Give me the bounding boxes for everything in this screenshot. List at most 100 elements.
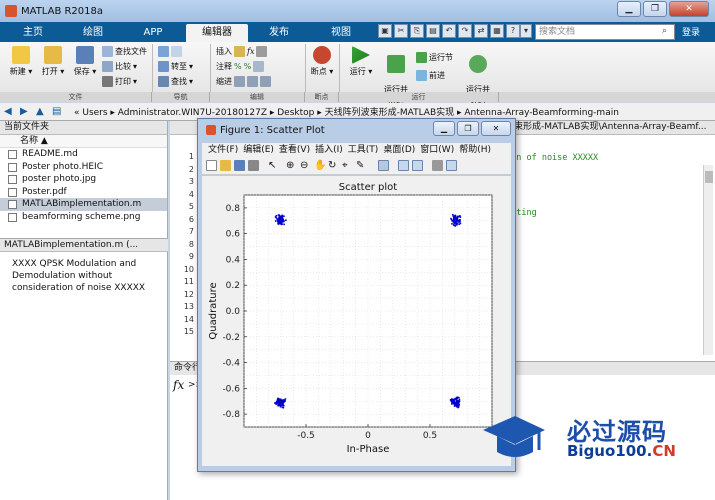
save-figure-icon[interactable] — [234, 160, 245, 171]
qa-redo-icon[interactable]: ↷ — [458, 24, 472, 38]
qa-paste-icon[interactable]: ▤ — [426, 24, 440, 38]
figure-minimize-button[interactable]: ▁ — [433, 121, 455, 136]
search-icon[interactable]: ⌕ — [662, 26, 667, 36]
compare-button[interactable]: 比较 ▾ — [102, 61, 137, 72]
close-button[interactable]: ✕ — [669, 1, 709, 17]
back-icon[interactable]: ◀ — [4, 106, 16, 117]
new-button[interactable]: 新建 ▾ — [6, 46, 36, 77]
run-section-button[interactable]: 运行节 — [416, 52, 453, 63]
figure-menu-item[interactable]: 工具(T) — [348, 143, 379, 157]
file-item[interactable]: beamforming scheme.png — [0, 211, 167, 224]
brush-icon[interactable]: ✎ — [356, 160, 367, 171]
tab-apps[interactable]: APP — [124, 24, 182, 42]
figure-menu-item[interactable]: 桌面(D) — [383, 143, 415, 157]
line-number: 3 — [188, 177, 194, 186]
breakpoints-button[interactable]: 断点 ▾ — [310, 46, 334, 77]
forward-icon[interactable]: ▶ — [20, 106, 32, 117]
run-advance-icon — [387, 55, 405, 73]
file-item[interactable]: Poster photo.HEIC — [0, 161, 167, 174]
run-button[interactable]: 运行 ▾ — [346, 46, 376, 77]
print-button[interactable]: 打印 ▾ — [102, 76, 137, 87]
login-link[interactable]: 登录 — [682, 25, 700, 38]
scatter-point — [274, 220, 277, 222]
scatter-plot[interactable]: -0.5 0 0.5 -0.8 -0.6 -0.4 -0.2 0.0 0.2 0.4 0.6 0.8 S… — [202, 176, 511, 466]
name-column-header[interactable]: 名称 ▲ — [0, 135, 167, 148]
figure-menu-item[interactable]: 帮助(H) — [459, 143, 491, 157]
code-line-1[interactable]: ion of noise XXXXX — [506, 153, 598, 163]
qa-dropdown-icon[interactable]: ▾ — [520, 24, 532, 38]
tab-view[interactable]: 视图 — [312, 24, 370, 42]
scatter-point — [451, 399, 453, 402]
browse-folder-icon[interactable]: ▤ — [52, 106, 64, 117]
scatter-point — [458, 396, 460, 399]
rotate-icon[interactable]: ↻ — [328, 160, 339, 171]
back-forward-buttons[interactable] — [158, 46, 182, 57]
pointer-icon[interactable]: ↖ — [268, 160, 279, 171]
zoom-out-icon[interactable]: ⊖ — [300, 160, 311, 171]
figure-icon — [206, 125, 216, 135]
open-button[interactable]: 打开 ▾ — [38, 46, 68, 77]
file-item[interactable]: README.md — [0, 148, 167, 161]
print-figure-icon[interactable] — [248, 160, 259, 171]
up-folder-icon[interactable]: ▲ — [36, 106, 48, 117]
insert-button[interactable]: 插入 fx — [216, 46, 268, 57]
tab-editor[interactable]: 编辑器 — [186, 24, 248, 42]
zoom-in-icon[interactable]: ⊕ — [286, 160, 297, 171]
line-number: 5 — [188, 202, 194, 211]
search-input[interactable]: 搜索文档 — [535, 24, 675, 40]
comment-button[interactable]: 注释%% — [216, 61, 265, 72]
new-figure-icon[interactable] — [206, 160, 217, 171]
qa-save-icon[interactable]: ▣ — [378, 24, 392, 38]
x-tick-label: -0.5 — [297, 431, 315, 441]
save-label: 保存 — [73, 67, 90, 76]
editor-scrollbar[interactable] — [703, 165, 713, 355]
qa-layout-icon[interactable]: ▦ — [490, 24, 504, 38]
qa-undo-icon[interactable]: ↶ — [442, 24, 456, 38]
scatter-point — [283, 223, 285, 226]
insert-function-icon — [256, 46, 268, 57]
qa-switch-icon[interactable]: ⇄ — [474, 24, 488, 38]
current-folder-panel: 当前文件夹 名称 ▲ README.md Poster photo.HEIC pos… — [0, 121, 168, 500]
figure-menu-item[interactable]: 查看(V) — [279, 143, 310, 157]
link-plot-icon[interactable] — [378, 160, 389, 171]
figure-menu-item[interactable]: 文件(F) — [208, 143, 238, 157]
scatter-point — [281, 214, 284, 217]
scatter-point — [455, 218, 458, 221]
file-item[interactable]: poster photo.jpg — [0, 173, 167, 186]
tab-publish[interactable]: 发布 — [250, 24, 308, 42]
figure-title: Figure 1: Scatter Plot — [220, 124, 325, 136]
tab-home[interactable]: 主页 — [4, 24, 62, 42]
advance-button[interactable]: 前进 — [416, 70, 445, 81]
hide-plot-tools-icon[interactable] — [432, 160, 443, 171]
line-number: 15 — [183, 327, 194, 336]
legend-icon[interactable] — [412, 160, 423, 171]
file-item[interactable]: Poster.pdf — [0, 186, 167, 199]
save-button[interactable]: 保存 ▾ — [70, 46, 100, 77]
figure-canvas[interactable]: -0.5 0 0.5 -0.8 -0.6 -0.4 -0.2 0.0 0.2 0.4 0.6 0.8 S… — [202, 176, 511, 466]
figure-menu-item[interactable]: 编辑(E) — [243, 143, 274, 157]
qa-cut-icon[interactable]: ✂ — [394, 24, 408, 38]
new-icon — [12, 46, 30, 64]
pan-hand-icon[interactable]: ✋ — [314, 160, 326, 171]
find-button[interactable]: 查找 ▾ — [158, 76, 193, 87]
figure-menu-item[interactable]: 窗口(W) — [420, 143, 454, 157]
file-icon — [8, 175, 17, 184]
tab-plots[interactable]: 绘图 — [64, 24, 122, 42]
find-files-button[interactable]: 查找文件 — [102, 46, 147, 57]
matlab-logo-icon — [5, 5, 17, 17]
figure-close-button[interactable]: ✕ — [481, 121, 511, 136]
indent-button[interactable]: 缩进 — [216, 76, 271, 87]
show-plot-tools-icon[interactable] — [446, 160, 457, 171]
minimize-button[interactable]: ▁ — [617, 1, 641, 17]
qa-copy-icon[interactable]: ⎘ — [410, 24, 424, 38]
qa-help-icon[interactable]: ? — [506, 24, 520, 38]
figure-menu-item[interactable]: 插入(I) — [315, 143, 343, 157]
colorbar-icon[interactable] — [398, 160, 409, 171]
open-file-icon[interactable] — [220, 160, 231, 171]
maximize-button[interactable]: ❐ — [643, 1, 667, 17]
goto-button[interactable]: 转至 ▾ — [158, 61, 193, 72]
breadcrumb[interactable]: « Users ▸ Administrator.WIN7U-20180127Z … — [74, 105, 619, 118]
data-cursor-icon[interactable]: ⌖ — [342, 160, 353, 171]
file-item[interactable]: MATLABimplementation.m — [0, 198, 167, 211]
figure-maximize-button[interactable]: ❐ — [457, 121, 479, 136]
